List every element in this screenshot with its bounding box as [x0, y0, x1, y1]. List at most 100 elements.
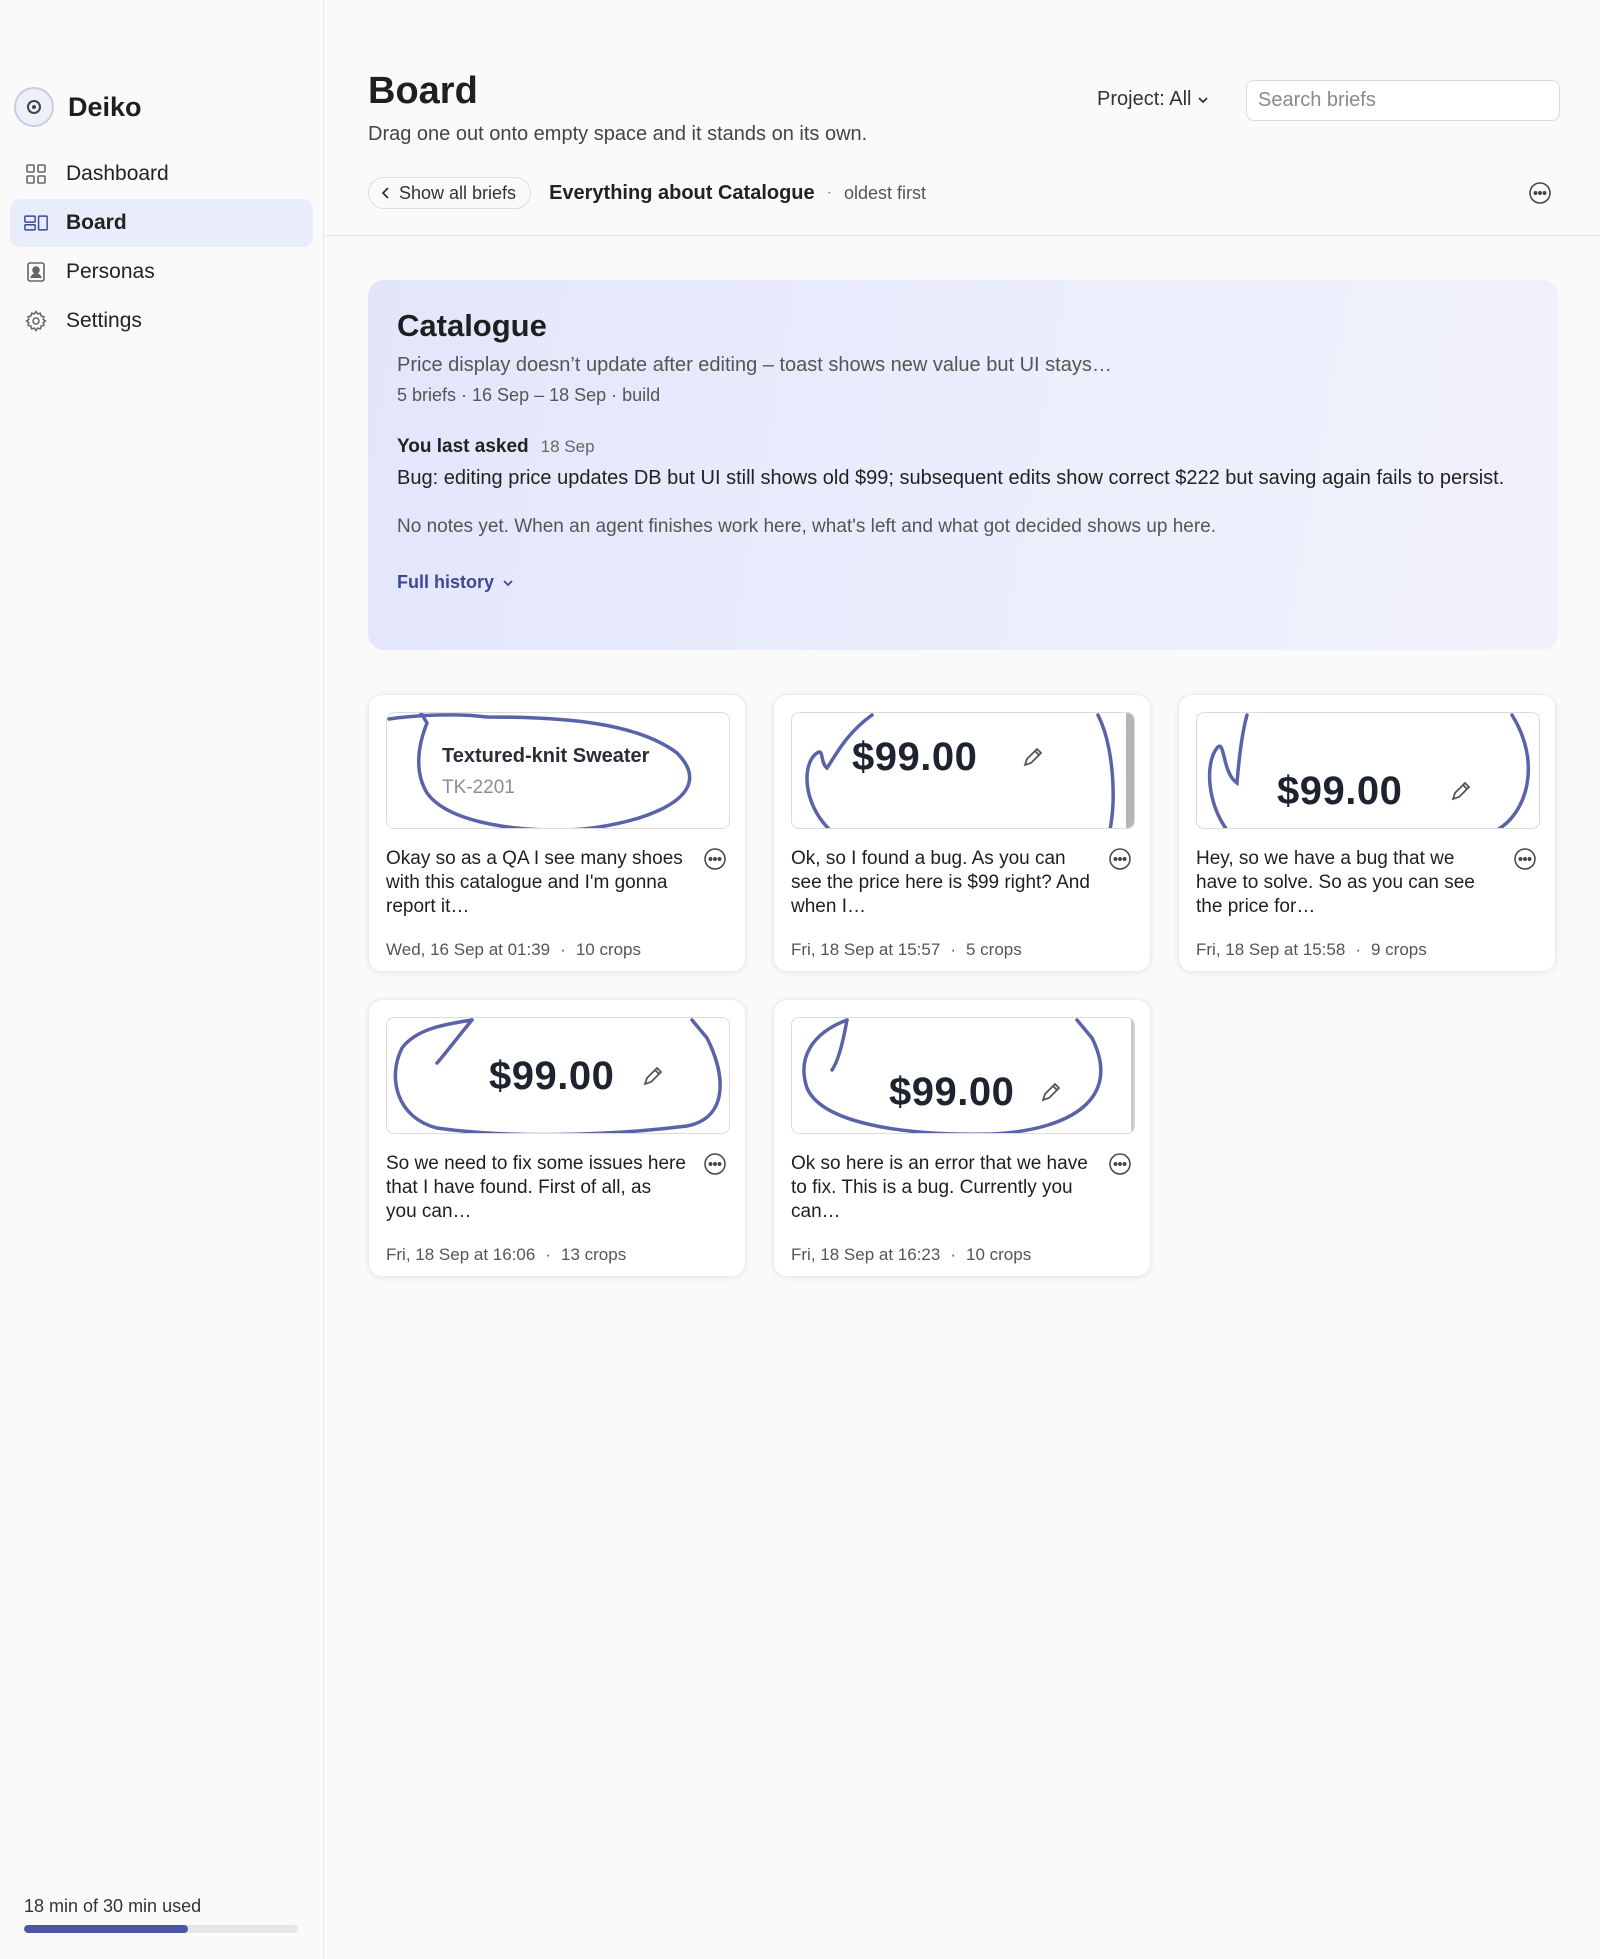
usage-fill [24, 1925, 189, 1933]
brief-text: So we need to fix some issues here that … [386, 1153, 686, 1222]
sidebar-item-board[interactable]: Board [10, 199, 313, 247]
chevron-left-icon [381, 187, 389, 199]
more-icon [704, 848, 726, 870]
chevron-down-icon [503, 579, 513, 586]
more-icon [1529, 182, 1551, 204]
app-name: Deiko [68, 91, 142, 122]
pencil-icon [643, 1066, 663, 1086]
pencil-icon [1451, 781, 1471, 801]
brief-date: Fri, 18 Sep at 15:57 [791, 940, 941, 959]
sidebar-item-label: Personas [66, 260, 155, 283]
more-options-button[interactable] [1528, 181, 1552, 210]
last-asked-label: You last asked [397, 436, 529, 457]
brief-crops: 10 crops [966, 1245, 1032, 1264]
brief-text: Ok so here is an error that we have to f… [791, 1153, 1088, 1222]
usage-label: 18 min of 30 min used [24, 1896, 202, 1916]
page-subtitle: Drag one out onto empty space and it sta… [368, 123, 868, 145]
sidebar-item-settings[interactable]: Settings [10, 297, 313, 345]
filter-toolbar: Show all briefs Everything about Catalog… [368, 176, 926, 210]
person-icon [24, 260, 48, 284]
sidebar-item-label: Board [66, 211, 127, 234]
last-asked-text: Bug: editing price updates DB but UI sti… [397, 467, 1505, 489]
last-asked-date: 18 Sep [540, 437, 595, 456]
group-title: Catalogue [397, 308, 547, 343]
brief-card[interactable]: $99.00 Hey, so we have a bug that we hav… [1178, 694, 1556, 972]
group-meta: 5 briefs · 16 Sep – 18 Sep · build [397, 385, 661, 405]
header-divider [325, 235, 1600, 236]
group-description: Price display doesn’t update after editi… [397, 354, 1112, 376]
usage-track [24, 1925, 298, 1933]
card-more-button[interactable] [1108, 1152, 1132, 1181]
brief-card[interactable]: $99.00 So we need to fix some issues her… [368, 999, 746, 1277]
brief-text: Okay so as a QA I see many shoes with th… [386, 848, 683, 917]
more-icon [1514, 848, 1536, 870]
brief-crops: 13 crops [561, 1245, 627, 1264]
card-more-button[interactable] [1513, 847, 1537, 876]
group-summary-panel: Catalogue Price display doesn’t update a… [368, 280, 1558, 650]
pencil-icon [1023, 747, 1043, 767]
logo-icon [14, 87, 54, 127]
brief-meta: Fri, 18 Sep at 16:23 · 10 crops [791, 1245, 1032, 1264]
sidebar-item-personas[interactable]: Personas [10, 248, 313, 296]
more-icon [704, 1153, 726, 1175]
project-filter-label: Project: All [1097, 88, 1192, 110]
card-more-button[interactable] [1108, 847, 1132, 876]
brief-crops: 9 crops [1371, 940, 1427, 959]
grid-icon [24, 162, 48, 186]
sidebar-item-dashboard[interactable]: Dashboard [10, 150, 313, 198]
brief-text: Ok, so I found a bug. As you can see the… [791, 848, 1090, 917]
sort-order[interactable]: oldest first [844, 183, 926, 204]
usage-meter: 18 min of 30 min used [24, 1896, 298, 1933]
brief-meta: Fri, 18 Sep at 15:57 · 5 crops [791, 940, 1022, 959]
gear-icon [24, 309, 48, 333]
full-history-label: Full history [397, 572, 495, 592]
page-title: Board [368, 70, 478, 112]
brief-card[interactable]: Textured-knit Sweater TK-2201 Okay so as… [368, 694, 746, 972]
brief-thumbnail: $99.00 [1196, 712, 1540, 829]
brief-crops: 5 crops [966, 940, 1022, 959]
pencil-icon [1041, 1082, 1061, 1102]
annotation-scribble [387, 713, 692, 828]
brief-meta: Wed, 16 Sep at 01:39 · 10 crops [386, 940, 642, 959]
notes-text: No notes yet. When an agent finishes wor… [397, 516, 1216, 537]
price-label: $99.00 [1277, 769, 1403, 813]
brief-crops: 10 crops [575, 940, 642, 959]
brief-thumbnail: $99.00 [791, 1017, 1135, 1134]
brand[interactable]: Deiko [14, 86, 142, 128]
chevron-down-icon [1198, 96, 1209, 103]
sidebar-item-label: Dashboard [66, 162, 169, 185]
last-asked-row: You last asked 18 Sep [397, 436, 1529, 458]
card-more-button[interactable] [703, 847, 727, 876]
full-history-button[interactable]: Full history [397, 572, 1529, 593]
brief-date: Wed, 16 Sep at 01:39 [386, 940, 551, 959]
brief-thumbnail: Textured-knit Sweater TK-2201 [386, 712, 730, 829]
brief-card[interactable]: $99.00 Ok so here is an error that we ha… [773, 999, 1151, 1277]
brief-date: Fri, 18 Sep at 16:23 [791, 1245, 941, 1264]
separator: · [826, 184, 832, 201]
more-icon [1109, 848, 1131, 870]
brief-thumbnail: $99.00 [386, 1017, 730, 1134]
show-all-briefs-label: Show all briefs [399, 182, 517, 203]
show-all-briefs-button[interactable]: Show all briefs [368, 177, 532, 209]
price-label: $99.00 [889, 1070, 1015, 1114]
sidebar-item-label: Settings [66, 309, 142, 332]
product-sku: TK-2201 [442, 777, 515, 798]
project-filter-dropdown[interactable]: Project: All [1097, 88, 1209, 111]
price-label: $99.00 [489, 1054, 615, 1098]
search-input[interactable] [1246, 80, 1560, 121]
sidebar: Deiko Dashboard Board Personas Settings [0, 0, 324, 1959]
sidebar-nav: Dashboard Board Personas Settings [10, 150, 313, 346]
price-label: $99.00 [852, 735, 978, 779]
filter-title: Everything about Catalogue [549, 181, 815, 204]
brief-thumbnail: $99.00 [791, 712, 1135, 829]
brief-date: Fri, 18 Sep at 16:06 [386, 1245, 536, 1264]
brief-date: Fri, 18 Sep at 15:58 [1196, 940, 1346, 959]
brief-meta: Fri, 18 Sep at 16:06 · 13 crops [386, 1245, 627, 1264]
card-more-button[interactable] [703, 1152, 727, 1181]
brief-text: Hey, so we have a bug that we have to so… [1196, 848, 1475, 917]
board-icon [24, 211, 48, 235]
brief-meta: Fri, 18 Sep at 15:58 · 9 crops [1196, 940, 1427, 959]
product-name: Textured-knit Sweater [442, 745, 650, 767]
more-icon [1109, 1153, 1131, 1175]
brief-card[interactable]: $99.00 Ok, so I found a bug. As you can … [773, 694, 1151, 972]
